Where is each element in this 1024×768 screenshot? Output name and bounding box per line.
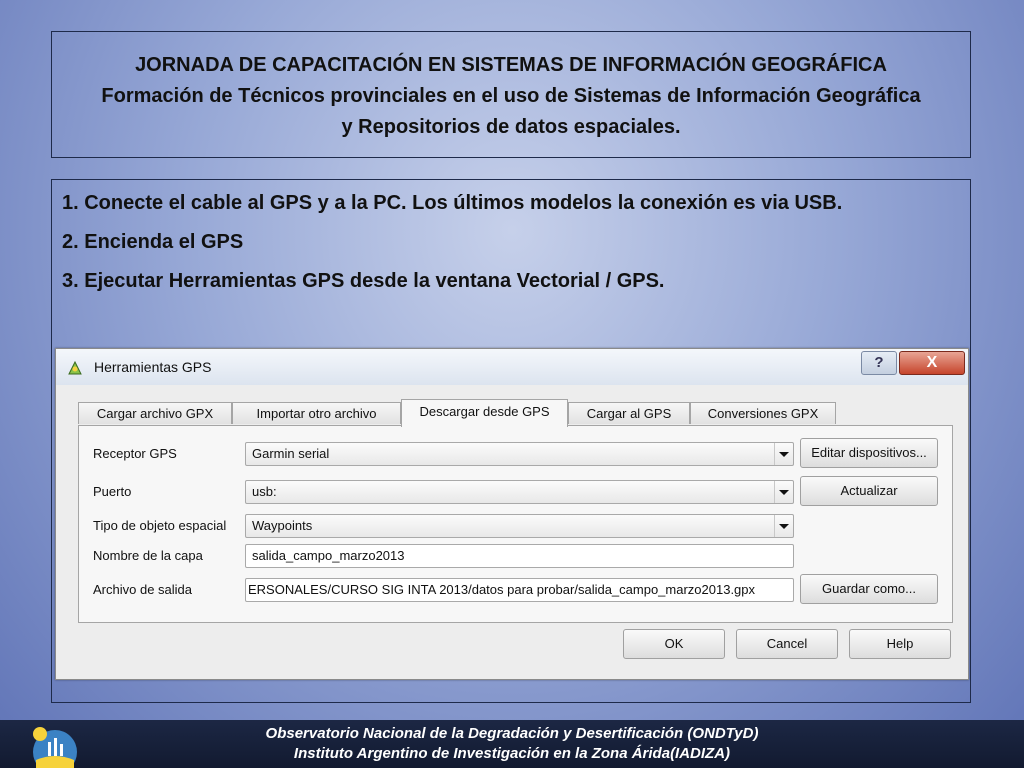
slide-title-box: JORNADA DE CAPACITACIÓN EN SISTEMAS DE I… — [51, 31, 971, 158]
footer-line1: Observatorio Nacional de la Degradación … — [265, 725, 759, 742]
ok-button[interactable]: OK — [623, 629, 725, 659]
slide-title-line3: y Repositorios de datos espaciales. — [341, 116, 681, 138]
steps-list: 1. Conecte el cable al GPS y a la PC. Lo… — [62, 184, 842, 301]
slide-title-line2: Formación de Técnicos provinciales en el… — [101, 85, 921, 107]
editar-dispositivos-button[interactable]: Editar dispositivos... — [800, 438, 938, 468]
nombre-label: Nombre de la capa — [93, 548, 203, 563]
nombre-capa-input[interactable]: salida_campo_marzo2013 — [245, 544, 794, 568]
tab-cargar-gpx[interactable]: Cargar archivo GPX — [78, 402, 232, 424]
chevron-down-icon — [774, 481, 793, 503]
chevron-down-icon — [774, 515, 793, 537]
help-title-button[interactable]: ? — [861, 351, 897, 375]
gps-tools-dialog: Herramientas GPS ? X Cargar archivo GPX … — [55, 348, 969, 680]
step-item: 3. Ejecutar Herramientas GPS desde la ve… — [62, 270, 665, 292]
dialog-title: Herramientas GPS — [94, 359, 212, 375]
puerto-label: Puerto — [93, 484, 132, 499]
archivo-salida-input[interactable]: ERSONALES/CURSO SIG INTA 2013/datos para… — [245, 578, 794, 602]
tipo-select[interactable]: Waypoints — [245, 514, 794, 538]
tab-importar[interactable]: Importar otro archivo — [232, 402, 401, 424]
tab-descargar-gps[interactable]: Descargar desde GPS — [401, 399, 568, 427]
receptor-label: Receptor GPS — [93, 446, 177, 461]
step-item: 1. Conecte el cable al GPS y a la PC. Lo… — [62, 192, 843, 214]
slide-title-line1: JORNADA DE CAPACITACIÓN EN SISTEMAS DE I… — [135, 54, 887, 76]
archivo-label: Archivo de salida — [93, 582, 192, 597]
cancel-button[interactable]: Cancel — [736, 629, 838, 659]
chevron-down-icon — [774, 443, 793, 465]
tab-conversiones[interactable]: Conversiones GPX — [690, 402, 836, 424]
tipo-label: Tipo de objeto espacial — [93, 518, 227, 533]
tab-panel: Receptor GPS Garmin serial Editar dispos… — [78, 425, 953, 623]
tab-cargar-al-gps[interactable]: Cargar al GPS — [568, 402, 690, 424]
footer-text: Observatorio Nacional de la Degradación … — [0, 724, 1024, 764]
receptor-select[interactable]: Garmin serial — [245, 442, 794, 466]
close-icon: X — [926, 354, 938, 371]
receptor-value: Garmin serial — [252, 446, 330, 461]
step-item: 2. Encienda el GPS — [62, 231, 244, 253]
puerto-value: usb: — [252, 484, 277, 499]
dialog-titlebar[interactable]: Herramientas GPS ? X — [56, 349, 968, 385]
qgis-app-icon — [68, 360, 82, 375]
footer-line2: Instituto Argentino de Investigación en … — [293, 745, 731, 762]
tipo-value: Waypoints — [252, 518, 313, 533]
guardar-como-button[interactable]: Guardar como... — [800, 574, 938, 604]
help-button[interactable]: Help — [849, 629, 951, 659]
puerto-select[interactable]: usb: — [245, 480, 794, 504]
actualizar-button[interactable]: Actualizar — [800, 476, 938, 506]
close-button[interactable]: X — [899, 351, 965, 375]
